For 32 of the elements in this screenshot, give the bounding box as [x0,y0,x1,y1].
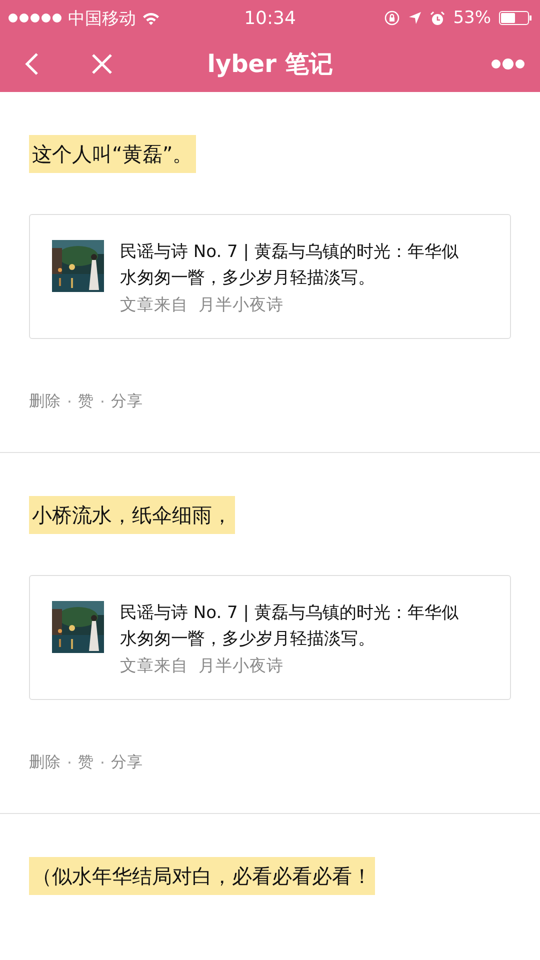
separator-dot: · [67,392,72,410]
more-icon [491,58,525,70]
article-source: 文章来自 月半小夜诗 [120,294,284,316]
article-card[interactable]: 民谣与诗 No. 7 | 黄磊与乌镇的时光：年华似水匆匆一瞥，多少岁月轻描淡写。 文章来自 月半小夜诗 [29,575,511,700]
article-title: 民谣与诗 No. 7 | 黄磊与乌镇的时光：年华似水匆匆一瞥，多少岁月轻描淡写。 [120,241,460,290]
rotation-lock-icon [384,10,400,26]
separator-dot: · [67,754,72,772]
battery-icon [499,11,532,25]
highlighted-quote: 这个人叫“黄磊”。 [29,135,196,173]
article-card[interactable]: 民谣与诗 No. 7 | 黄磊与乌镇的时光：年华似水匆匆一瞥，多少岁月轻描淡写。 文章来自 月半小夜诗 [29,214,511,339]
wifi-icon [142,12,160,24]
action-link[interactable]: 分享 [110,391,143,412]
action-link[interactable]: 赞 [78,391,94,412]
page-title: lyber 笔记 [206,49,334,80]
signal-icon [8,13,62,23]
separator-dot: · [100,754,105,772]
carrier-name: 中国移动 [68,8,136,30]
article-source: 文章来自 月半小夜诗 [120,655,284,677]
status-time: 10:34 [244,8,296,28]
separator-dot: · [100,392,105,410]
close-icon [91,53,113,75]
highlighted-quote: （似水年华结局对白，必看必看必看！ [29,857,375,895]
article-title: 民谣与诗 No. 7 | 黄磊与乌镇的时光：年华似水匆匆一瞥，多少岁月轻描淡写。 [120,602,460,651]
action-link[interactable]: 删除 [29,391,61,412]
action-link[interactable]: 赞 [78,752,94,773]
alarm-clock-icon [430,10,446,26]
location-arrow-icon [408,11,422,25]
battery-percent: 53% [453,8,491,28]
action-link[interactable]: 分享 [110,752,143,773]
action-link[interactable]: 删除 [29,752,61,773]
back-chevron-icon [25,52,39,76]
highlighted-quote: 小桥流水，纸伞细雨， [29,496,235,534]
